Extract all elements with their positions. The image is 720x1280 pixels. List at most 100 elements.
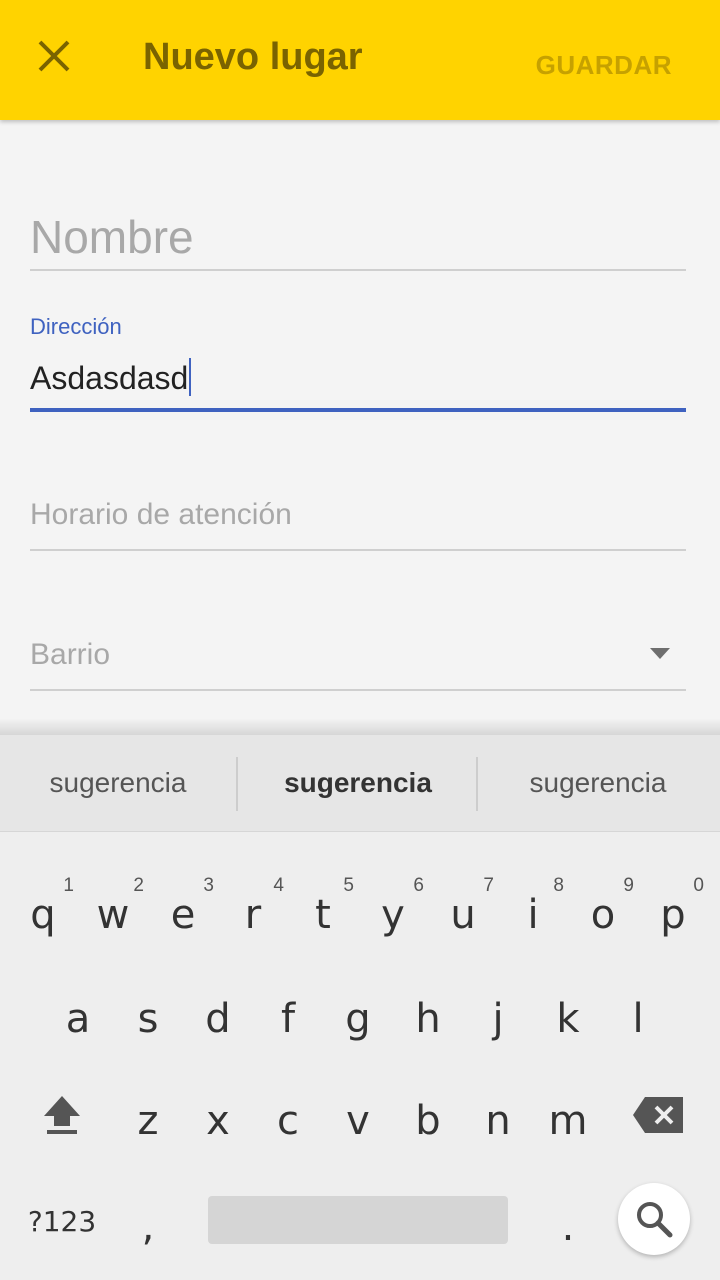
key-label: h (415, 996, 441, 1042)
shift-key[interactable] (27, 1065, 97, 1165)
key-w[interactable]: 2w (78, 859, 148, 959)
direccion-field[interactable]: Dirección Asdasdasd (30, 310, 686, 414)
nombre-underline (30, 269, 686, 271)
key-p[interactable]: 0p (638, 859, 708, 959)
key-x[interactable]: x (183, 1065, 253, 1165)
direccion-underline (30, 408, 686, 412)
comma-key[interactable]: , (113, 1171, 183, 1271)
suggestion-center[interactable]: sugerencia (240, 735, 476, 831)
key-label: j (492, 996, 504, 1042)
key-j[interactable]: j (463, 963, 533, 1063)
horario-field[interactable]: Horario de atención (30, 490, 686, 552)
key-q[interactable]: 1q (8, 859, 78, 959)
key-a[interactable]: a (43, 963, 113, 1063)
close-icon (38, 40, 70, 72)
key-label: f (280, 996, 296, 1042)
horario-placeholder: Horario de atención (30, 498, 292, 531)
key-s[interactable]: s (113, 963, 183, 1063)
key-e[interactable]: 3e (148, 859, 218, 959)
key-hint: 6 (413, 875, 424, 896)
suggestion-left[interactable]: sugerencia (0, 735, 236, 831)
key-label: l (632, 996, 644, 1042)
key-label: ?123 (27, 1204, 97, 1238)
key-f[interactable]: f (253, 963, 323, 1063)
shift-icon (44, 1096, 80, 1134)
key-label: s (137, 996, 159, 1042)
key-label: x (206, 1098, 230, 1144)
direccion-input[interactable]: Asdasdasd (30, 358, 192, 397)
key-label: i (527, 892, 539, 938)
key-label: k (556, 996, 580, 1042)
key-label: , (141, 1204, 155, 1250)
key-label: v (346, 1098, 370, 1144)
key-hint: 5 (343, 875, 354, 896)
keyboard-shadow (0, 718, 720, 736)
soft-keyboard: sugerencia sugerencia sugerencia 1q 2w 3… (0, 735, 720, 1280)
key-label: z (137, 1098, 159, 1144)
key-hint: 7 (483, 875, 494, 896)
key-label: . (561, 1204, 575, 1250)
key-d[interactable]: d (183, 963, 253, 1063)
key-z[interactable]: z (113, 1065, 183, 1165)
key-label: n (485, 1098, 511, 1144)
key-h[interactable]: h (393, 963, 463, 1063)
key-i[interactable]: 8i (498, 859, 568, 959)
nombre-placeholder: Nombre (30, 211, 194, 263)
key-label: y (381, 892, 405, 938)
app-bar: Nuevo lugar GUARDAR (0, 0, 720, 120)
key-hint: 9 (623, 875, 634, 896)
key-o[interactable]: 9o (568, 859, 638, 959)
dropdown-arrow-icon (650, 648, 670, 659)
suggestion-right[interactable]: sugerencia (480, 735, 716, 831)
key-label: u (450, 892, 476, 938)
key-label: c (277, 1098, 299, 1144)
close-button[interactable] (22, 24, 86, 88)
key-hint: 8 (553, 875, 564, 896)
suggestion-divider (236, 757, 238, 811)
key-t[interactable]: 5t (288, 859, 358, 959)
backspace-key[interactable] (620, 1065, 696, 1165)
key-m[interactable]: m (533, 1065, 603, 1165)
key-l[interactable]: l (603, 963, 673, 1063)
key-hint: 2 (133, 875, 144, 896)
barrio-dropdown[interactable]: Barrio (30, 630, 686, 692)
key-label: t (315, 892, 331, 938)
key-hint: 0 (693, 875, 704, 896)
key-hint: 4 (273, 875, 284, 896)
suggestion-divider (476, 757, 478, 811)
direccion-value: Asdasdasd (30, 360, 189, 396)
key-label: w (96, 892, 130, 938)
nombre-field[interactable]: Nombre (30, 200, 686, 272)
page-title: Nuevo lugar (143, 36, 363, 78)
save-button[interactable]: GUARDAR (536, 50, 672, 81)
key-label: r (244, 892, 262, 938)
key-n[interactable]: n (463, 1065, 533, 1165)
key-label: g (345, 996, 371, 1042)
barrio-placeholder: Barrio (30, 638, 111, 671)
key-label: q (30, 892, 56, 938)
barrio-underline (30, 689, 686, 691)
key-k[interactable]: k (533, 963, 603, 1063)
direccion-label: Dirección (30, 314, 122, 339)
key-v[interactable]: v (323, 1065, 393, 1165)
search-key[interactable] (618, 1183, 690, 1255)
key-label: e (170, 892, 196, 938)
key-b[interactable]: b (393, 1065, 463, 1165)
key-label: p (660, 892, 686, 938)
key-label: d (205, 996, 231, 1042)
key-y[interactable]: 6y (358, 859, 428, 959)
search-icon (637, 1202, 673, 1238)
key-g[interactable]: g (323, 963, 393, 1063)
key-label: o (590, 892, 616, 938)
key-label: a (65, 996, 91, 1042)
key-u[interactable]: 7u (428, 859, 498, 959)
backspace-icon (633, 1097, 683, 1133)
horario-underline (30, 549, 686, 551)
key-r[interactable]: 4r (218, 859, 288, 959)
key-label: m (548, 1098, 588, 1144)
space-key[interactable] (208, 1196, 508, 1244)
symbols-key[interactable]: ?123 (20, 1171, 104, 1271)
key-c[interactable]: c (253, 1065, 323, 1165)
key-hint: 3 (203, 875, 214, 896)
period-key[interactable]: . (533, 1171, 603, 1271)
